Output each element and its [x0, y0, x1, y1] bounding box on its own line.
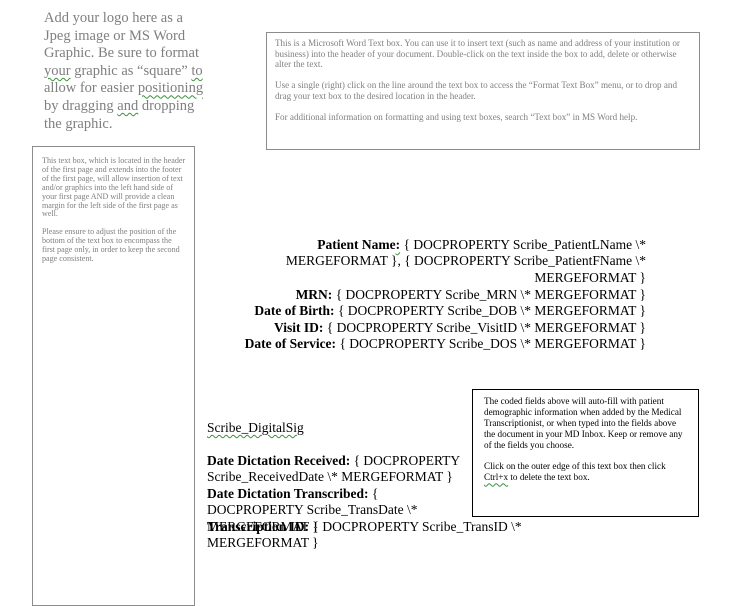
digital-signature-text: Scribe_DigitalSig: [207, 420, 304, 435]
left-text-para: This text box, which is located in the h…: [42, 156, 186, 219]
dob-field: { DOCPROPERTY Scribe_DOB \* MERGEFORMAT …: [334, 303, 646, 318]
instruction-text-box[interactable]: The coded fields above will auto-fill wi…: [472, 389, 699, 517]
logo-text-part: your: [44, 62, 71, 79]
left-margin-text-box[interactable]: This text box, which is located in the h…: [32, 146, 195, 606]
transcription-id-label: Transcription ID:: [207, 519, 310, 534]
dob-label: Date of Birth:: [254, 303, 335, 318]
date-of-service-field: { DOCPROPERTY Scribe_DOS \* MERGEFORMAT …: [336, 336, 646, 351]
header-text-para: Use a single (right) click on the line a…: [275, 80, 677, 101]
visit-id-label: Visit ID:: [274, 320, 324, 335]
header-text-para: This is a Microsoft Word Text box. You c…: [275, 38, 680, 70]
note-text-para: The coded fields above will auto-fill wi…: [484, 396, 683, 450]
logo-text-part: Add your logo here as a Jpeg image or MS…: [44, 10, 200, 62]
logo-text-part: allow for easier: [44, 80, 138, 97]
header-text-box[interactable]: This is a Microsoft Word Text box. You c…: [266, 32, 700, 150]
logo-text-part: positioning: [137, 80, 204, 97]
date-received-label: Date Dictation Received:: [207, 453, 351, 468]
visit-id-line[interactable]: Visit ID: { DOCPROPERTY Scribe_VisitID \…: [274, 320, 646, 336]
logo-text-part: by dragging: [44, 97, 118, 114]
note-text-para: Click on the outer edge of this text box…: [484, 461, 688, 483]
note-text-part: Ctrl+x: [484, 472, 509, 483]
transcription-id-line[interactable]: Transcription ID: { DOCPROPERTY Scribe_T…: [207, 519, 567, 552]
logo-text-part: graphic as “square”: [70, 62, 192, 79]
digital-signature-field[interactable]: Scribe_DigitalSig: [207, 420, 304, 436]
dob-line[interactable]: Date of Birth: { DOCPROPERTY Scribe_DOB …: [254, 303, 646, 319]
patient-name-label: Patient Name: [317, 237, 396, 252]
mrn-line[interactable]: MRN: { DOCPROPERTY Scribe_MRN \* MERGEFO…: [296, 287, 646, 303]
logo-text-part: to: [191, 62, 203, 79]
header-text-para: For additional information on formatting…: [275, 112, 638, 123]
date-received-line[interactable]: Date Dictation Received: { DOCPROPERTY S…: [207, 453, 475, 486]
mrn-field: { DOCPROPERTY Scribe_MRN \* MERGEFORMAT …: [332, 287, 646, 302]
mrn-label: MRN:: [295, 287, 333, 302]
left-text-para: Please ensure to adjust the position of …: [42, 227, 180, 263]
date-of-service-label: Date of Service:: [244, 336, 337, 351]
note-text-part: Click on the outer edge of this text box…: [484, 461, 666, 472]
logo-placeholder-text[interactable]: Add your logo here as a Jpeg image or MS…: [44, 10, 204, 133]
date-transcribed-label: Date Dictation Transcribed:: [207, 486, 369, 501]
visit-id-field: { DOCPROPERTY Scribe_VisitID \* MERGEFOR…: [323, 320, 646, 335]
logo-text-part: and: [117, 97, 139, 114]
note-text-part: to delete the text box.: [508, 472, 590, 483]
date-of-service-line[interactable]: Date of Service: { DOCPROPERTY Scribe_DO…: [245, 336, 646, 352]
patient-name-line[interactable]: Patient Name: { DOCPROPERTY Scribe_Patie…: [226, 237, 646, 286]
